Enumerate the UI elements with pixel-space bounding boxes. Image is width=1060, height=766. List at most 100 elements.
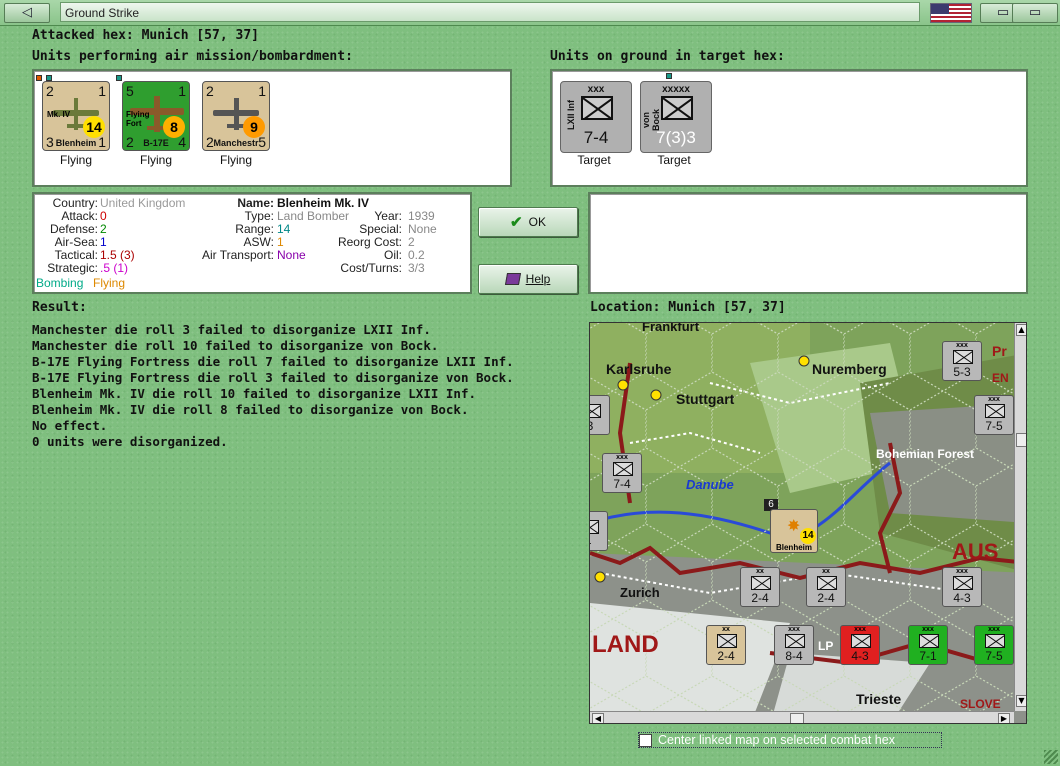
reorg-cost-key: Reorg Cost:: [337, 235, 402, 249]
unit-strength: 7-4: [583, 128, 609, 147]
map-unit-counter[interactable]: xx 2-4: [706, 625, 746, 665]
details-panel: [588, 192, 1028, 294]
country-label: EN: [992, 371, 1009, 385]
map-unit-counter[interactable]: xxx 4-3: [942, 567, 982, 607]
scroll-up-button[interactable]: ▲: [1016, 324, 1026, 336]
ground-unit-card[interactable]: xxx LXII Inf 7-4 Target: [552, 73, 638, 183]
result-line: No effect.: [32, 418, 108, 433]
ground-unit-counter[interactable]: xxx LXII Inf 7-4: [560, 81, 632, 153]
help-label: Help: [525, 272, 551, 286]
unit-name: Blenheim: [55, 138, 97, 148]
country-label: AUS: [952, 539, 999, 564]
vertical-scrollbar[interactable]: ▲ ▼: [1014, 323, 1026, 711]
air-value: 2: [206, 83, 214, 99]
map-unit-counter[interactable]: xxx 7-4: [602, 453, 642, 493]
name-key: Name:: [237, 196, 274, 210]
scroll-down-button[interactable]: ▼: [1016, 695, 1026, 707]
map-unit-counter[interactable]: xxx 7-1: [908, 625, 948, 665]
country-label: SLOVE: [960, 697, 1001, 711]
air-unit-counter[interactable]: 2 1 3 1 Mk. IV 14 Blenheim: [42, 81, 110, 151]
map-unit-counter[interactable]: xx 2-4: [740, 567, 780, 607]
city-label: Nuremberg: [812, 361, 887, 377]
horizontal-scrollbar[interactable]: ◀ ▶: [590, 711, 1014, 723]
system-menu-button[interactable]: ◁: [4, 3, 50, 23]
ground-unit-card[interactable]: xxxxx von Bock 7(3)3 Target: [632, 73, 718, 183]
move-value: 1: [258, 83, 266, 99]
cost-turns-key: Cost/Turns:: [340, 261, 402, 275]
help-button[interactable]: Help: [478, 264, 578, 294]
asw-key: ASW:: [243, 235, 274, 249]
unit-size: xxx: [587, 84, 605, 95]
unit-status: Flying: [139, 153, 172, 167]
selected-air-unit-counter[interactable]: ✸ 14 Blenheim: [770, 509, 818, 553]
ground-units-panel: xxx LXII Inf 7-4 Target xxxxx von Bock 7…: [550, 69, 1028, 187]
year-key: Year:: [374, 209, 402, 223]
country-label: Pr: [992, 343, 1007, 359]
location-label: Location: Munich [57, 37]: [590, 300, 786, 315]
map-unit-counter[interactable]: xxx 8-4: [774, 625, 814, 665]
ok-button[interactable]: ✔ OK: [478, 207, 578, 237]
resize-grip-icon[interactable]: [1044, 750, 1058, 764]
map-unit-counter[interactable]: xxx 4-3: [840, 625, 880, 665]
status-indicator-icon: [116, 75, 122, 81]
unit-name: Manchestr: [213, 138, 259, 148]
title-bar: ◁ Ground Strike ▭ ▭: [0, 0, 1060, 26]
air-unit-card[interactable]: 2 1 3 1 Mk. IV 14 Blenheim Flying: [36, 73, 110, 183]
attack-value: 0: [100, 209, 107, 223]
range-badge: 14: [83, 116, 105, 138]
maximize-button[interactable]: ▭: [1012, 3, 1058, 23]
year-value: 1939: [408, 209, 435, 223]
scroll-right-button[interactable]: ▶: [998, 713, 1010, 723]
range-value: 14: [277, 222, 291, 236]
ground-units-label: Units on ground in target hex:: [550, 49, 785, 64]
city-label: Trieste: [856, 691, 902, 707]
check-icon: ✔: [510, 214, 523, 231]
unit-name: Blenheim: [775, 543, 812, 552]
air-unit-counter[interactable]: 5 1 2 4 Flying Fort 8 B-17E: [122, 81, 190, 151]
air-unit-card[interactable]: 5 1 2 4 Flying Fort 8 B-17E Flying: [116, 73, 190, 183]
name-value: Blenheim Mk. IV: [277, 196, 370, 210]
center-map-checkbox-row[interactable]: Center linked map on selected combat hex: [638, 732, 942, 748]
strategic-value: .5 (1): [100, 261, 129, 275]
oil-key: Oil:: [384, 248, 402, 262]
air-unit-card[interactable]: 2 1 2 5 9 Manchestr Flying: [196, 73, 270, 183]
unit-status: Flying: [59, 153, 92, 167]
result-line: B-17E Flying Fortress die roll 7 failed …: [32, 354, 514, 369]
scroll-left-button[interactable]: ◀: [592, 713, 604, 723]
window-title: Ground Strike: [60, 2, 920, 22]
country-label: LAND: [592, 631, 659, 658]
center-map-label: Center linked map on selected combat hex: [658, 733, 895, 747]
defense-key: Defense:: [49, 222, 98, 236]
air-sea-value: 1: [100, 235, 107, 249]
map-unit-counter[interactable]: xxx 7-5: [974, 395, 1014, 435]
map-unit-counter[interactable]: 3: [590, 395, 610, 435]
result-line: Blenheim Mk. IV die roll 8 failed to dis…: [32, 402, 469, 417]
center-map-checkbox[interactable]: [639, 733, 652, 747]
city-label: Karlsruhe: [606, 361, 672, 377]
result-line: Manchester die roll 3 failed to disorgan…: [32, 322, 431, 337]
map-unit-counter[interactable]: xx 2-4: [806, 567, 846, 607]
air-unit-counter[interactable]: 2 1 2 5 9 Manchestr: [202, 81, 270, 151]
region-label: Bohemian Forest: [876, 447, 975, 461]
result-label: Result:: [32, 300, 87, 315]
river-label: Danube: [686, 477, 734, 492]
mission-type: Bombing: [36, 276, 84, 290]
ground-unit-counter[interactable]: xxxxx von Bock 7(3)3: [640, 81, 712, 153]
vertical-scroll-thumb[interactable]: [1016, 433, 1026, 447]
mini-map[interactable]: Frankfurt Karlsruhe Stuttgart Nuremberg …: [589, 322, 1027, 724]
defense-value: 2: [100, 222, 107, 236]
country-key: Country:: [52, 196, 98, 210]
tactical-value: 1.5 (3): [100, 248, 135, 262]
nation-flag-icon: [36, 75, 42, 81]
special-value: None: [408, 222, 437, 236]
result-line: Blenheim Mk. IV die roll 10 failed to di…: [32, 386, 477, 401]
map-unit-counter[interactable]: xxx 7-5: [974, 625, 1014, 665]
tactical-key: Tactical:: [54, 248, 98, 262]
horizontal-scroll-thumb[interactable]: [790, 713, 804, 723]
attack-key: Attack:: [61, 209, 98, 223]
range-badge: 14: [800, 528, 816, 544]
unit-status: Flying: [219, 153, 252, 167]
map-unit-counter[interactable]: 4: [590, 511, 608, 551]
map-unit-counter[interactable]: xxx 5-3: [942, 341, 982, 381]
reorg-cost-value: 2: [408, 235, 415, 249]
